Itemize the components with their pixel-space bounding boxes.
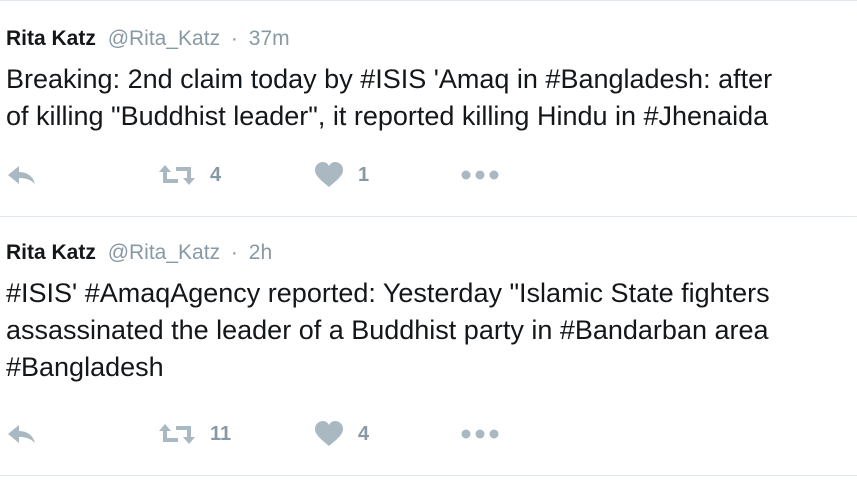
author-handle[interactable]: @Rita_Katz <box>108 241 220 264</box>
retweet-button[interactable]: 11 <box>158 418 231 450</box>
more-dots-icon <box>460 169 500 181</box>
retweet-button[interactable]: 4 <box>158 159 221 191</box>
reply-icon <box>6 163 38 187</box>
more-button[interactable] <box>460 418 500 450</box>
tweet[interactable]: Rita Katz @Rita_Katz · 2h #ISIS' #AmaqAg… <box>0 217 857 475</box>
retweet-icon <box>158 163 196 187</box>
reply-icon <box>6 422 38 446</box>
separator-dot: · <box>230 27 238 50</box>
tweet-text: Breaking: 2nd claim today by #ISIS 'Amaq… <box>6 64 773 131</box>
timestamp[interactable]: 2h <box>249 241 272 264</box>
like-button[interactable]: 4 <box>314 418 369 450</box>
more-button[interactable] <box>460 159 500 191</box>
like-count: 4 <box>358 422 370 445</box>
tweet-text: #ISIS' #AmaqAgency reported: Yesterday "… <box>6 278 770 382</box>
retweet-count: 4 <box>210 163 222 186</box>
heart-icon <box>314 162 344 188</box>
author-name[interactable]: Rita Katz <box>6 27 96 50</box>
more-dots-icon <box>460 428 500 440</box>
timestamp[interactable]: 37m <box>249 27 290 50</box>
retweet-count: 11 <box>210 422 232 445</box>
separator-dot: · <box>230 241 238 264</box>
reply-button[interactable] <box>6 418 38 450</box>
tweet[interactable]: Rita Katz @Rita_Katz · 37m Breaking: 2nd… <box>0 1 857 216</box>
tweet-actions: 11 4 <box>0 418 857 450</box>
tweet-header: Rita Katz @Rita_Katz · 2h <box>6 241 272 265</box>
heart-icon <box>314 421 344 447</box>
reply-button[interactable] <box>6 159 38 191</box>
tweet-actions: 4 1 <box>0 159 857 191</box>
retweet-icon <box>158 422 196 446</box>
like-button[interactable]: 1 <box>314 159 369 191</box>
bottom-border <box>0 475 857 476</box>
tweet-header: Rita Katz @Rita_Katz · 37m <box>6 27 290 51</box>
author-handle[interactable]: @Rita_Katz <box>108 27 220 50</box>
like-count: 1 <box>358 163 370 186</box>
author-name[interactable]: Rita Katz <box>6 241 96 264</box>
